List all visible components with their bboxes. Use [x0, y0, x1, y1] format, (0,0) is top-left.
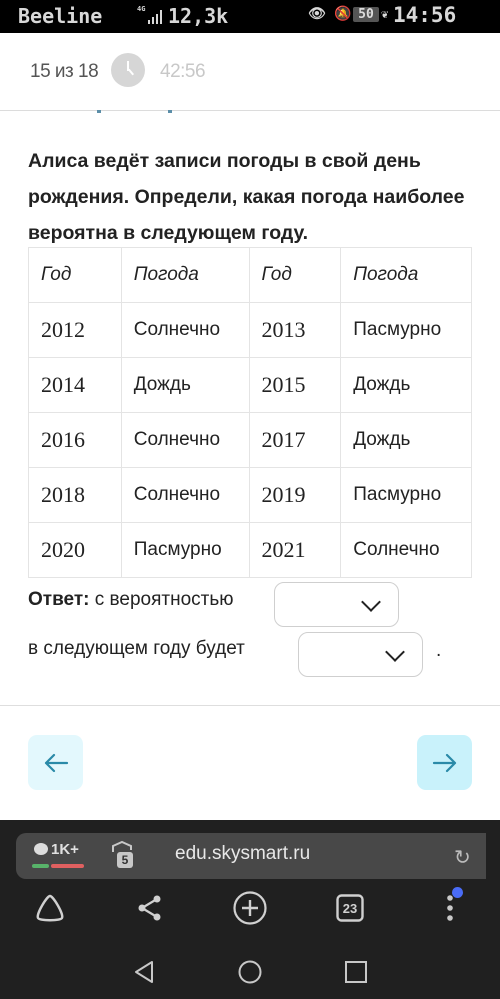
chevron-down-icon — [385, 642, 405, 662]
progress-dot — [168, 110, 172, 113]
recents-nav-icon[interactable] — [344, 960, 368, 984]
weather-cell: Пасмурно — [120, 522, 250, 578]
comment-bubble-icon — [34, 843, 48, 855]
rating-bar-negative — [51, 864, 84, 868]
weather-cell: Солнечно — [120, 412, 250, 468]
answer-line-1: Ответ: с вероятностью — [28, 589, 234, 611]
year-cell: 2020 — [28, 522, 122, 578]
divider — [0, 705, 500, 706]
period: . — [436, 640, 442, 661]
progress-dot — [97, 110, 101, 113]
answer-text-2: в следующем году будет — [28, 638, 245, 659]
url-text[interactable]: edu.skysmart.ru — [175, 843, 310, 865]
year-cell: 2018 — [28, 467, 122, 523]
arrow-left-icon — [44, 753, 68, 772]
weather-cell: Солнечно — [120, 302, 250, 358]
rating-bar-positive — [32, 864, 49, 868]
answer-label: Ответ: — [28, 589, 90, 610]
year-cell: 2021 — [248, 522, 342, 578]
column-header: Погода — [340, 247, 472, 303]
menu-button[interactable] — [432, 890, 468, 926]
year-cell: 2012 — [28, 302, 122, 358]
notification-dot — [452, 887, 463, 898]
status-bar: Beeline 4G 12,3k 👁 🔕 50 ❦ 14:56 — [0, 0, 500, 33]
chevron-down-icon — [361, 592, 381, 612]
task-header: 15 из 18 42:56 — [0, 33, 500, 111]
column-header: Погода — [120, 247, 250, 303]
clock-icon — [111, 53, 145, 87]
back-nav-icon[interactable] — [132, 960, 156, 984]
weather-cell: Пасмурно — [340, 302, 472, 358]
column-header: Год — [28, 247, 122, 303]
tab-switcher-button[interactable]: 23 — [332, 890, 368, 926]
leaf-icon: ❦ — [381, 7, 389, 21]
previous-button[interactable] — [28, 735, 83, 790]
column-header: Год — [248, 247, 342, 303]
year-cell: 2015 — [248, 357, 342, 413]
probability-select[interactable] — [274, 582, 399, 627]
home-nav-icon[interactable] — [238, 960, 262, 984]
year-cell: 2017 — [248, 412, 342, 468]
comments-button[interactable]: 1K+ — [34, 841, 79, 858]
question-text: Алиса ведёт записи погоды в свой день ро… — [28, 150, 465, 244]
eye-icon: 👁 — [308, 6, 326, 22]
network-type: 4G — [137, 5, 146, 13]
weather-cell: Дождь — [120, 357, 250, 413]
year-cell: 2013 — [248, 302, 342, 358]
address-bar[interactable]: 1K+ 5 edu.skysmart.ru ↻ — [16, 833, 486, 879]
clock-time: 14:56 — [393, 3, 457, 27]
signal-icon — [148, 10, 164, 24]
timer: 42:56 — [160, 61, 206, 82]
table-row: 2020 Пасмурно 2021 Солнечно — [28, 522, 472, 578]
year-cell: 2019 — [248, 467, 342, 523]
weather-cell: Дождь — [340, 357, 472, 413]
year-cell: 2016 — [28, 412, 122, 468]
answer-line-2: в следующем году будет — [28, 638, 245, 660]
protection-count: 5 — [117, 852, 133, 868]
task-progress: 15 из 18 — [30, 61, 99, 82]
next-button[interactable] — [417, 735, 472, 790]
bell-off-icon: 🔕 — [334, 6, 352, 22]
table-row: 2016 Солнечно 2017 Дождь — [28, 412, 472, 468]
more-vertical-icon — [447, 895, 453, 921]
network-speed: 12,3k — [168, 4, 229, 28]
weather-cell: Дождь — [340, 412, 472, 468]
answer-text-1: с вероятностью — [94, 589, 234, 610]
alice-assistant-button[interactable] — [32, 890, 68, 926]
battery-icon: 50 — [353, 7, 379, 22]
weather-table: Год Погода Год Погода 2012 Солнечно 2013… — [28, 247, 472, 578]
tab-count: 23 — [342, 900, 358, 916]
alice-icon — [36, 894, 64, 922]
weather-select[interactable] — [298, 632, 423, 677]
new-tab-button[interactable] — [232, 890, 268, 926]
year-cell: 2014 — [28, 357, 122, 413]
plus-circle-icon — [233, 891, 267, 925]
carrier-name: Beeline — [18, 4, 103, 28]
arrow-right-icon — [432, 753, 456, 772]
weather-cell: Солнечно — [340, 522, 472, 578]
table-row: 2018 Солнечно 2019 Пасмурно — [28, 467, 472, 523]
table-row: 2014 Дождь 2015 Дождь — [28, 357, 472, 413]
reload-icon[interactable]: ↻ — [454, 845, 471, 870]
weather-cell: Солнечно — [120, 467, 250, 523]
share-icon — [138, 895, 161, 921]
table-header-row: Год Погода Год Погода — [28, 247, 472, 303]
weather-cell: Пасмурно — [340, 467, 472, 523]
table-row: 2012 Солнечно 2013 Пасмурно — [28, 302, 472, 358]
comments-count: 1K+ — [51, 841, 79, 858]
browser-bar: 1K+ 5 edu.skysmart.ru ↻ 23 — [0, 820, 500, 999]
share-button[interactable] — [132, 890, 168, 926]
